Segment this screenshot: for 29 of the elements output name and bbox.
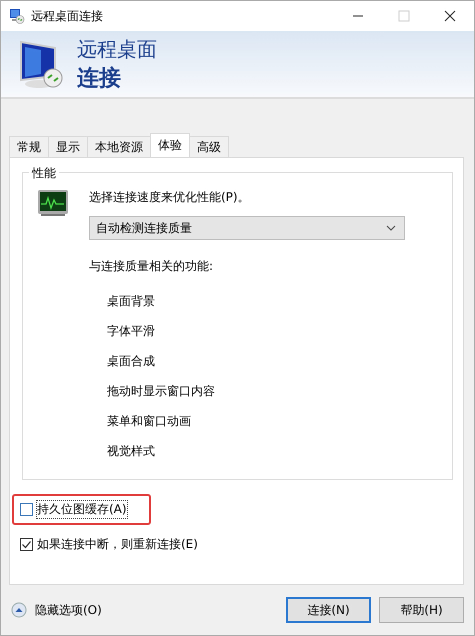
checkbox[interactable] (20, 503, 33, 516)
feature-item: 字体平滑 (107, 323, 156, 340)
dialog-button[interactable]: 连接(N) (286, 597, 371, 623)
feature-item: 桌面合成 (107, 353, 156, 370)
close-icon[interactable] (444, 10, 456, 22)
dialog-button[interactable]: 帮助(H) (379, 597, 464, 623)
feature-item: 菜单和窗口动画 (107, 413, 192, 430)
tab[interactable]: 体验 (150, 133, 190, 157)
header-title: 远程桌面 (77, 36, 157, 62)
feature-item: 视觉样式 (107, 443, 156, 460)
feature-item: 桌面背景 (107, 293, 156, 310)
header-subtitle: 连接 (77, 64, 122, 92)
window-title: 远程桌面连接 (31, 8, 103, 24)
collapse-icon[interactable] (11, 602, 27, 618)
app-icon (9, 8, 25, 24)
chevron-down-icon (386, 225, 396, 231)
connection-speed-dropdown[interactable]: 自动检测连接质量 (89, 216, 405, 240)
checkbox-label[interactable]: 持久位图缓存(A) (37, 501, 127, 518)
tab[interactable]: 高级 (189, 136, 229, 157)
features-label: 与连接质量相关的功能: (89, 258, 214, 275)
performance-monitor-icon (37, 189, 69, 217)
checkbox[interactable] (20, 538, 33, 551)
hide-options-link[interactable]: 隐藏选项(O) (35, 602, 102, 618)
speed-prompt: 选择连接速度来优化性能(P)。 (89, 189, 251, 206)
tab[interactable]: 常规 (9, 136, 49, 157)
group-title: 性能 (29, 165, 59, 182)
monitor-icon (17, 38, 65, 90)
checkbox-label[interactable]: 如果连接中断，则重新连接(E) (37, 536, 198, 553)
feature-item: 拖动时显示窗口内容 (107, 383, 216, 400)
